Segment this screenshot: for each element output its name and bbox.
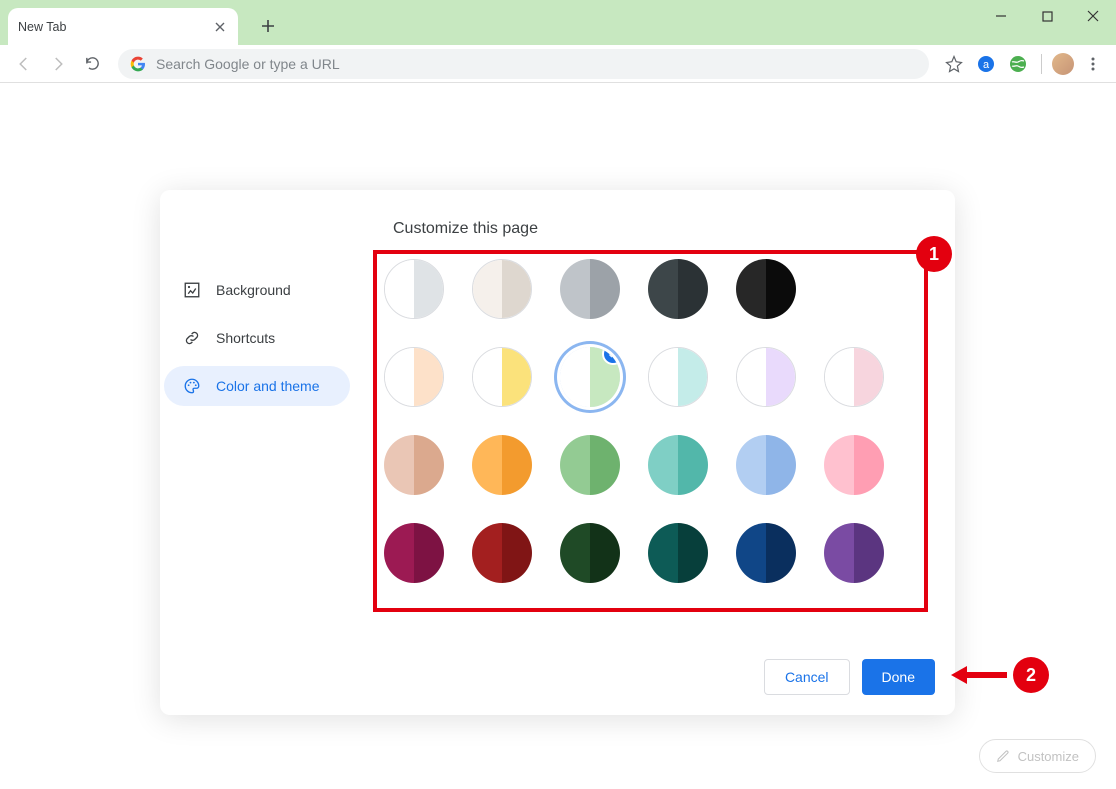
theme-swatch[interactable] <box>736 523 796 583</box>
svg-text:a: a <box>983 59 990 71</box>
sidebar-item-background[interactable]: Background <box>164 270 350 310</box>
theme-swatch[interactable] <box>384 347 444 407</box>
search-provider-icon <box>130 56 146 72</box>
bookmark-star-icon[interactable] <box>941 51 967 77</box>
theme-swatch-grid <box>384 259 884 583</box>
omnibox-placeholder: Search Google or type a URL <box>156 56 340 72</box>
link-icon <box>182 328 202 348</box>
theme-swatch[interactable] <box>472 523 532 583</box>
theme-swatch[interactable] <box>472 347 532 407</box>
more-menu-icon[interactable] <box>1080 51 1106 77</box>
theme-swatch[interactable] <box>824 347 884 407</box>
sidebar-item-label: Color and theme <box>216 378 320 394</box>
sidebar-item-shortcuts[interactable]: Shortcuts <box>164 318 350 358</box>
palette-icon <box>182 376 202 396</box>
toolbar-divider <box>1041 54 1042 74</box>
browser-titlebar: New Tab <box>0 0 1116 45</box>
customize-button[interactable]: Customize <box>979 739 1096 773</box>
window-maximize-button[interactable] <box>1024 0 1070 32</box>
theme-swatch[interactable] <box>560 259 620 319</box>
annotation-arrow-2: 2 <box>951 657 1049 693</box>
annotation-badge-1: 1 <box>916 236 952 272</box>
image-icon <box>182 280 202 300</box>
tab-title: New Tab <box>18 20 212 34</box>
pencil-icon <box>996 749 1010 763</box>
nav-back-button[interactable] <box>10 50 38 78</box>
theme-swatch[interactable] <box>384 523 444 583</box>
theme-swatch[interactable] <box>472 259 532 319</box>
browser-tab[interactable]: New Tab <box>8 8 238 45</box>
window-close-button[interactable] <box>1070 0 1116 32</box>
theme-swatch[interactable] <box>648 347 708 407</box>
cancel-button[interactable]: Cancel <box>764 659 850 695</box>
theme-swatch[interactable] <box>824 523 884 583</box>
theme-swatch[interactable] <box>560 435 620 495</box>
browser-toolbar: Search Google or type a URL a <box>0 45 1116 83</box>
extension-globe-icon[interactable] <box>1005 51 1031 77</box>
done-button[interactable]: Done <box>862 659 935 695</box>
modal-sidebar: Background Shortcuts Color and theme <box>160 250 360 715</box>
sidebar-item-label: Shortcuts <box>216 330 275 346</box>
theme-swatch[interactable] <box>472 435 532 495</box>
window-controls <box>978 0 1116 32</box>
theme-swatch[interactable] <box>560 347 620 407</box>
sidebar-item-color-theme[interactable]: Color and theme <box>164 366 350 406</box>
extension-a-icon[interactable]: a <box>973 51 999 77</box>
theme-swatch[interactable] <box>736 259 796 319</box>
profile-avatar[interactable] <box>1052 53 1074 75</box>
theme-swatch[interactable] <box>648 259 708 319</box>
omnibox[interactable]: Search Google or type a URL <box>118 49 929 79</box>
reload-button[interactable] <box>78 50 106 78</box>
theme-swatch[interactable] <box>824 435 884 495</box>
theme-swatch[interactable] <box>648 523 708 583</box>
new-tab-button[interactable] <box>258 16 278 36</box>
theme-swatch[interactable] <box>560 523 620 583</box>
nav-forward-button[interactable] <box>44 50 72 78</box>
theme-swatch[interactable] <box>384 259 444 319</box>
theme-swatch[interactable] <box>384 435 444 495</box>
customize-label: Customize <box>1018 749 1079 764</box>
theme-swatch[interactable] <box>736 347 796 407</box>
customize-modal: Customize this page Background Shortcuts… <box>160 190 955 715</box>
sidebar-item-label: Background <box>216 282 291 298</box>
window-minimize-button[interactable] <box>978 0 1024 32</box>
annotation-badge-2: 2 <box>1013 657 1049 693</box>
theme-swatch[interactable] <box>648 435 708 495</box>
theme-swatch[interactable] <box>736 435 796 495</box>
modal-title: Customize this page <box>393 220 538 238</box>
tab-close-icon[interactable] <box>212 19 228 35</box>
